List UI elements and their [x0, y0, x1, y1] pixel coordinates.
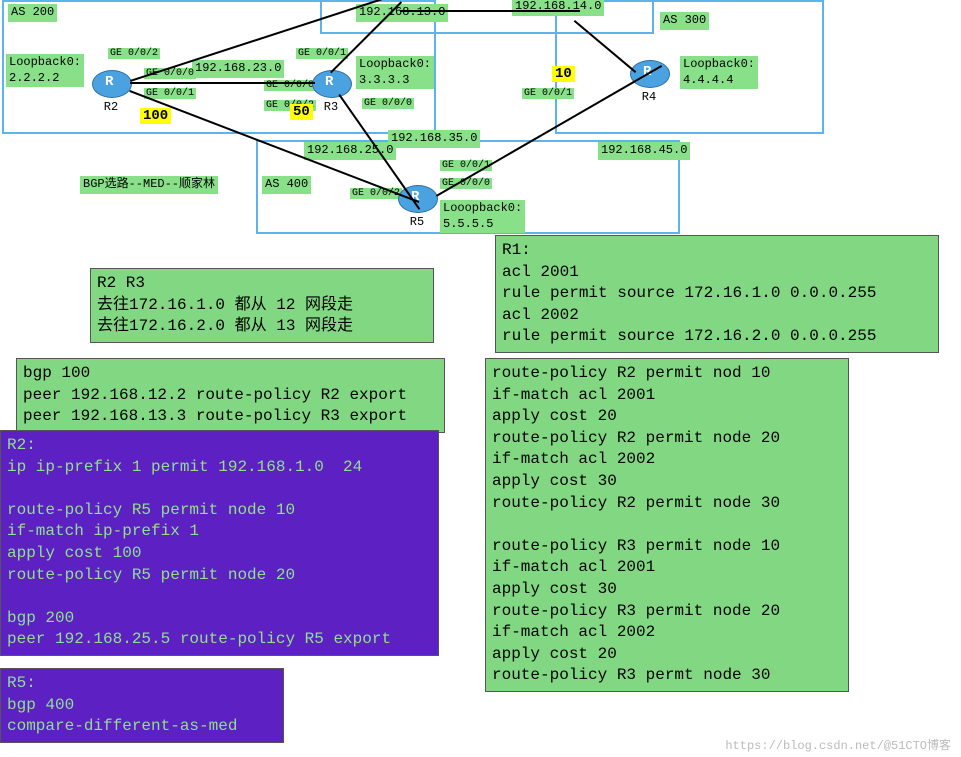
subnet-23: 192.168.23.0	[192, 60, 284, 78]
router-r4: R4	[630, 60, 668, 90]
loopback-r5: Looopback0: 5.5.5.5	[440, 200, 525, 233]
if-r3-001: GE 0/0/1	[296, 48, 348, 59]
watermark: https://blog.csdn.net/@51CTO博客	[725, 736, 951, 753]
box-r2-config: R2: ip ip-prefix 1 permit 192.168.1.0 24…	[0, 430, 439, 656]
if-r2-001: GE 0/0/1	[144, 88, 196, 99]
cost-r4: 10	[552, 66, 575, 82]
router-r4-label: R4	[630, 90, 668, 104]
loopback-r4: Loopback0: 4.4.4.4	[680, 56, 758, 89]
subnet-13: 192.168.13.0	[356, 4, 448, 22]
link-r2-r3	[130, 82, 315, 84]
router-r3: R3	[312, 70, 350, 100]
router-r2: R2	[92, 70, 130, 100]
as-200-label: AS 200	[8, 4, 57, 22]
box-r5-config: R5: bgp 400 compare-different-as-med	[0, 668, 284, 743]
router-r5-label: R5	[398, 215, 436, 229]
link-top-horiz	[400, 10, 580, 12]
as-300-label: AS 300	[660, 12, 709, 30]
box-r2r3-hint: R2 R3 去往172.16.1.0 都从 12 网段走 去往172.16.2.…	[90, 268, 434, 343]
as-400-label: AS 400	[262, 176, 311, 194]
subnet-14plus: 192.168.14.0	[512, 0, 604, 16]
cost-r3: 50	[290, 104, 313, 120]
subnet-35: 192.168.35.0	[388, 130, 480, 148]
caption-med: BGP选路--MED--顺家林	[80, 176, 218, 194]
if-r4-001: GE 0/0/1	[522, 88, 574, 99]
box-r1-acl: R1: acl 2001 rule permit source 172.16.1…	[495, 235, 939, 353]
router-r2-label: R2	[92, 100, 130, 114]
if-r2-002: GE 0/0/2	[108, 48, 160, 59]
subnet-45: 192.168.45.0	[598, 142, 690, 160]
if-r3-000-right: GE 0/0/0	[362, 98, 414, 109]
loopback-r2: Loopback0: 2.2.2.2	[6, 54, 84, 87]
cost-r2: 100	[140, 108, 171, 124]
box-route-policy: route-policy R2 permit nod 10 if-match a…	[485, 358, 849, 692]
box-bgp100: bgp 100 peer 192.168.12.2 route-policy R…	[16, 358, 445, 433]
loopback-r3: Loopback0: 3.3.3.3	[356, 56, 434, 89]
